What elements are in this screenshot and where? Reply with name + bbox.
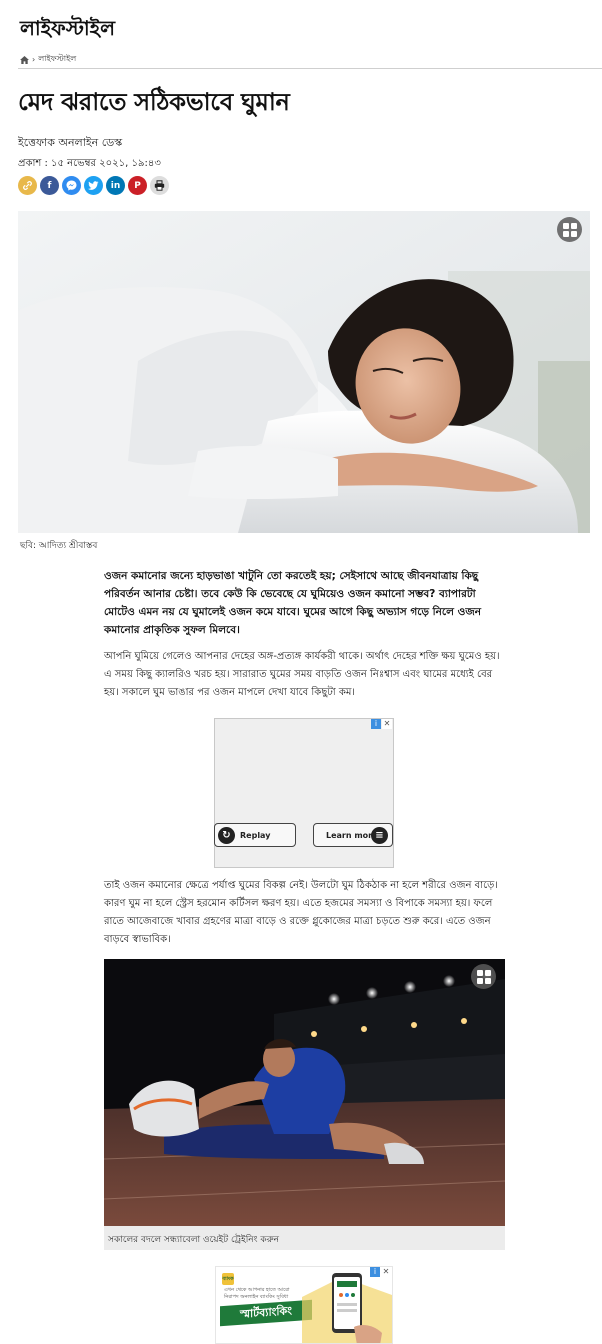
gallery-icon — [476, 969, 491, 984]
article-headline: মেদ ঝরাতে সঠিকভাবে ঘুমান — [18, 87, 290, 116]
article-lead: ওজন কমানোর জন্যে হাড়ভাঙা খাটুনি তো করতে… — [104, 570, 482, 636]
ad-replay-label: Replay — [240, 830, 271, 840]
ad-learn-more-label: Learn more — [326, 830, 378, 840]
replay-icon: ↻ — [218, 827, 235, 844]
ad-close-icon[interactable]: ✕ — [382, 719, 392, 729]
section-title[interactable]: লাইফস্টাইল — [20, 14, 115, 47]
article-author[interactable]: ইত্তেফাক অনলাইন ডেস্ক — [18, 134, 122, 153]
share-bar: f in P — [18, 176, 169, 195]
ad-tagline: এখন থেকে আপনার হাতে আরো নিরাপদ অনলাইন ব্… — [224, 1287, 290, 1300]
article-paragraph: তাই ওজন কমানোর ক্ষেত্রে পর্যাপ্ত ঘুমের ব… — [104, 880, 498, 945]
phone-illustration — [302, 1273, 392, 1343]
image-caption: সকালের বদলে সন্ধ্যাবেলা ওয়েইট ট্রেইনিং … — [104, 1226, 505, 1250]
ad-choices[interactable]: i ✕ — [371, 719, 392, 729]
video-ad[interactable]: i ✕ ↻ Replay Learn more ≡ — [214, 718, 394, 868]
ad-replay-button[interactable]: ↻ Replay — [214, 823, 296, 847]
breadcrumb-current[interactable]: লাইফস্টাইল — [38, 53, 76, 66]
sleeping-woman-photo — [18, 211, 590, 533]
ad-info-icon[interactable]: i — [371, 719, 381, 729]
ad-learn-more-button[interactable]: Learn more ≡ — [313, 823, 393, 847]
bank-logo: ব্যাংক — [222, 1273, 234, 1285]
pinterest-share-button[interactable]: P — [128, 176, 147, 195]
messenger-share-button[interactable] — [62, 176, 81, 195]
home-icon[interactable] — [20, 55, 29, 64]
facebook-share-button[interactable]: f — [40, 176, 59, 195]
stretching-athlete-photo — [104, 959, 505, 1226]
link-icon — [23, 181, 32, 190]
facebook-icon: f — [47, 180, 52, 191]
ad-brand: স্মার্টব্যাংকিং — [220, 1299, 312, 1327]
gallery-icon — [562, 222, 577, 237]
copy-link-button[interactable] — [18, 176, 37, 195]
linkedin-share-button[interactable]: in — [106, 176, 125, 195]
print-button[interactable] — [150, 176, 169, 195]
linkedin-icon: in — [110, 180, 121, 191]
gallery-button[interactable] — [557, 217, 582, 242]
breadcrumb-separator: › — [32, 55, 36, 64]
gallery-button[interactable] — [471, 964, 496, 989]
banking-ad[interactable]: i ✕ ব্যাংক এখন থেকে আপনার হাতে আরো নিরাপ… — [215, 1266, 393, 1344]
twitter-icon — [88, 180, 99, 190]
hero-caption: ছবি: আদিত্য শ্রীবাস্তব — [20, 541, 98, 551]
article-paragraph: আপনি ঘুমিয়ে গেলেও আপনার দেহের অঙ্গ-প্রত… — [104, 651, 500, 698]
messenger-icon — [66, 180, 77, 191]
publish-date: প্রকাশ : ১৫ নভেম্বর ২০২১, ১৯:৪৩ — [18, 158, 161, 169]
article-image[interactable] — [104, 959, 505, 1226]
breadcrumb: › লাইফস্টাইল — [20, 53, 76, 66]
divider — [18, 68, 602, 69]
print-icon — [154, 180, 165, 191]
hero-image[interactable] — [18, 211, 590, 533]
list-icon: ≡ — [371, 827, 388, 844]
pinterest-icon: P — [134, 180, 141, 191]
twitter-share-button[interactable] — [84, 176, 103, 195]
